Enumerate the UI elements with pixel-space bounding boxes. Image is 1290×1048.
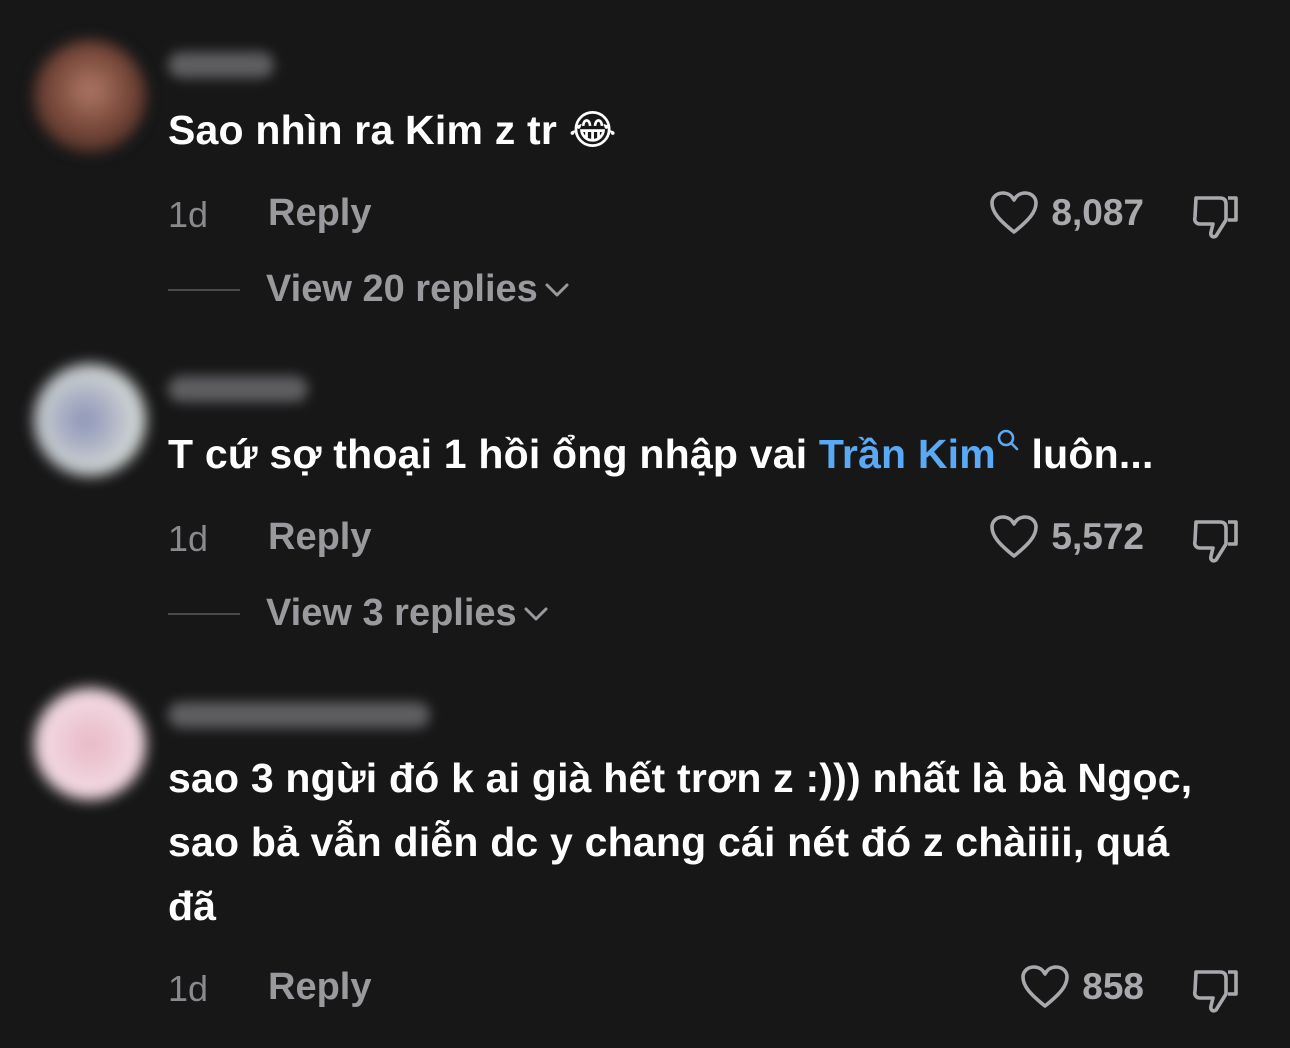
avatar[interactable]	[34, 364, 146, 476]
username[interactable]	[168, 702, 430, 728]
username[interactable]	[168, 52, 274, 78]
comment-text: Sao nhìn ra Kim z tr 😂	[168, 107, 617, 153]
search-icon[interactable]	[996, 428, 1020, 452]
avatar[interactable]	[34, 40, 146, 152]
view-replies-label[interactable]: View 3 replies	[266, 592, 517, 635]
comment-text: sao 3 ngừi đó k ai già hết trơn z :))) n…	[168, 755, 1193, 929]
like-count: 5,572	[1051, 516, 1144, 557]
thumbs-down-icon[interactable]	[1190, 190, 1242, 242]
like-button[interactable]: 8,087	[989, 190, 1144, 236]
reply-button[interactable]: Reply	[268, 966, 371, 1009]
view-replies[interactable]: View 20 replies	[168, 268, 570, 311]
thumbs-down-icon[interactable]	[1190, 964, 1242, 1016]
comment-text-end: luôn...	[1019, 431, 1154, 477]
replies-divider	[168, 288, 240, 291]
view-replies-label[interactable]: View 20 replies	[266, 268, 538, 311]
like-count: 858	[1082, 966, 1144, 1007]
heart-outline-icon	[1021, 965, 1070, 1008]
reply-button[interactable]: Reply	[268, 516, 371, 559]
chevron-down-icon	[524, 607, 548, 620]
avatar[interactable]	[34, 688, 146, 800]
like-count: 8,087	[1051, 192, 1144, 233]
comment-time: 1d	[168, 194, 209, 235]
comment-time: 1d	[168, 968, 209, 1009]
like-button[interactable]: 5,572	[989, 514, 1144, 560]
heart-outline-icon	[990, 191, 1039, 234]
comment-text: T cứ sợ thoại 1 hồi ổng nhập vai Trần Ki…	[168, 422, 1250, 486]
view-replies[interactable]: View 3 replies	[168, 592, 549, 635]
replies-divider	[168, 612, 240, 615]
heart-outline-icon	[990, 515, 1039, 558]
like-button[interactable]: 858	[1020, 964, 1144, 1010]
reply-button[interactable]: Reply	[268, 192, 371, 235]
username[interactable]	[168, 376, 308, 402]
comment-text-start: T cứ sợ thoại 1 hồi ổng nhập vai	[168, 431, 819, 477]
chevron-down-icon	[545, 283, 569, 296]
mention-link[interactable]: Trần Kim	[819, 431, 996, 477]
comment-time: 1d	[168, 518, 209, 559]
thumbs-down-icon[interactable]	[1190, 514, 1242, 566]
